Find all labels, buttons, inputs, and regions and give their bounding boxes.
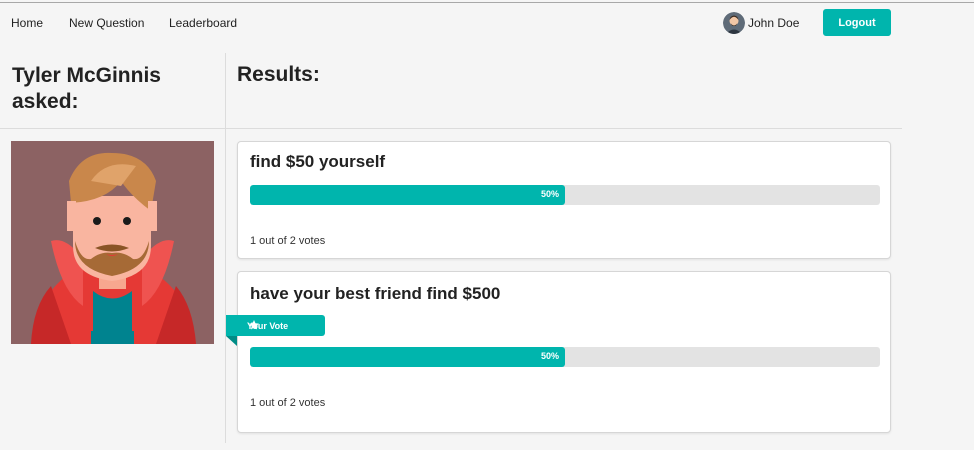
your-vote-ribbon: Your Vote — [226, 315, 325, 336]
option-1-votes: 1 out of 2 votes — [250, 235, 326, 247]
option-1-progress-fill: 50% — [250, 185, 565, 205]
option-1-progress: 50% — [250, 185, 880, 205]
option-1-percent: 50% — [540, 189, 559, 199]
option-card-2: have your best friend find $500 50% 1 ou… — [237, 271, 891, 433]
user-name: John Doe — [748, 16, 800, 30]
option-2-percent: 50% — [540, 351, 559, 361]
option-2-progress: 50% — [250, 347, 880, 367]
header-divider — [0, 128, 902, 129]
avatar — [723, 12, 745, 34]
option-2-votes: 1 out of 2 votes — [250, 397, 326, 409]
option-card-1: find $50 yourself 50% 1 out of 2 votes — [237, 141, 891, 259]
nav-home-link[interactable]: Home — [11, 16, 43, 30]
ribbon-fold — [226, 336, 237, 346]
option-2-progress-fill: 50% — [250, 347, 565, 367]
option-1-text: find $50 yourself — [250, 152, 386, 171]
star-icon — [249, 320, 259, 330]
option-2-text: have your best friend find $500 — [250, 284, 501, 303]
results-heading: Results: — [237, 63, 320, 86]
asker-heading: Tyler McGinnis asked: — [12, 64, 161, 113]
top-nav: Home New Question Leaderboard John Doe L… — [0, 3, 974, 43]
logout-button[interactable]: Logout — [823, 9, 891, 36]
user-info: John Doe — [723, 12, 799, 34]
nav-new-question-link[interactable]: New Question — [69, 16, 144, 30]
nav-leaderboard-link[interactable]: Leaderboard — [169, 16, 237, 30]
tyler-mcginnis-avatar — [11, 141, 214, 344]
